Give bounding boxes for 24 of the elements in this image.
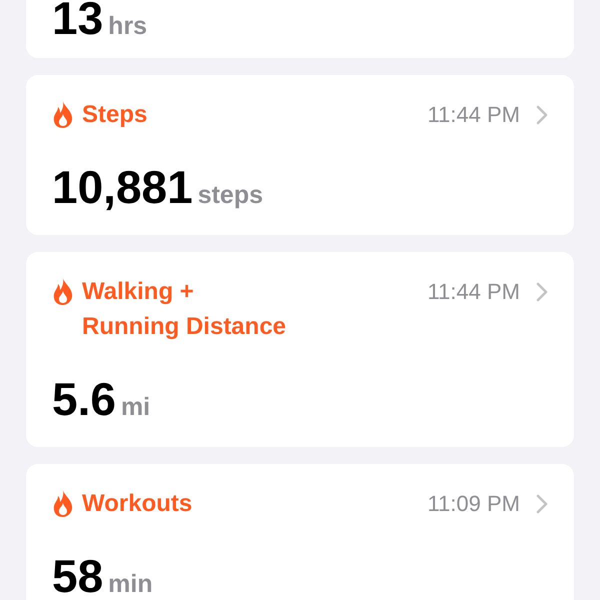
summary-card[interactable]: Workouts 11:09 PM 58 min (26, 464, 574, 600)
timestamp: 11:44 PM (427, 101, 520, 129)
chevron-right-icon[interactable] (536, 104, 548, 124)
metric-unit: mi (120, 393, 150, 421)
flame-icon (52, 278, 74, 305)
timestamp: 11:09 PM (427, 490, 520, 518)
flame-icon (52, 490, 74, 517)
metric-value: 13 (52, 0, 104, 44)
summary-card[interactable]: 13 hrs (26, 0, 574, 58)
card-title: Walking + Running Distance (82, 277, 288, 342)
timestamp: 11:44 PM (427, 278, 520, 306)
chevron-right-icon[interactable] (536, 282, 548, 302)
metric-unit: hrs (108, 12, 148, 40)
metric-value: 5.6 (52, 373, 116, 425)
metric-unit: min (108, 570, 153, 598)
chevron-right-icon[interactable] (536, 494, 548, 514)
summary-card[interactable]: Walking + Running Distance 11:44 PM 5.6 mi (26, 252, 574, 447)
card-title: Workouts (82, 489, 194, 519)
metric-value: 10,881 (52, 161, 193, 213)
summary-card[interactable]: Steps 11:44 PM 10,881 steps (26, 75, 574, 235)
flame-icon (52, 101, 74, 128)
metric-unit: steps (198, 181, 264, 209)
metric-value: 58 (52, 550, 104, 600)
card-title: Steps (82, 100, 148, 130)
